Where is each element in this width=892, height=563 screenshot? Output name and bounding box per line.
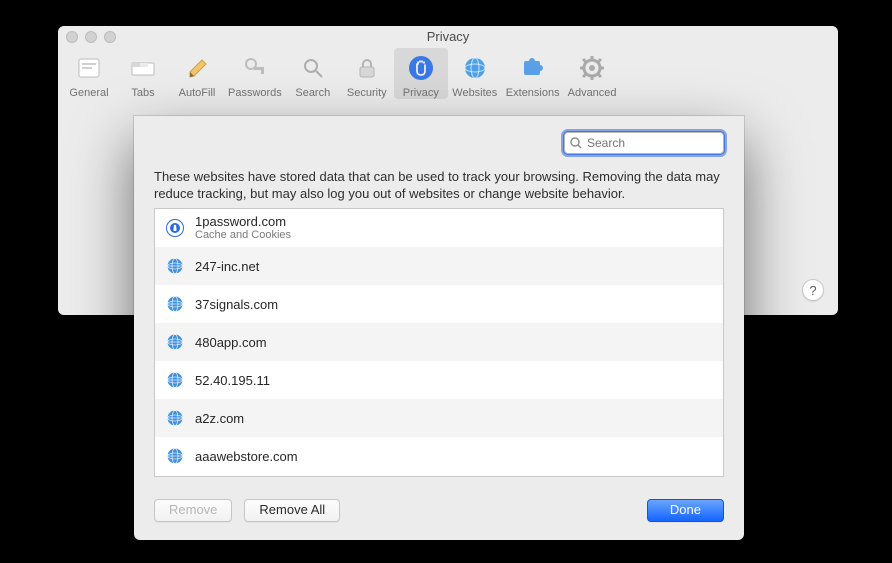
tab-label: Privacy	[403, 87, 439, 99]
puzzle-icon	[517, 52, 549, 84]
button-row: Remove Remove All Done	[154, 499, 724, 522]
list-item[interactable]: 1password.comCache and Cookies	[155, 209, 723, 247]
domain-label: aaawebstore.com	[195, 449, 298, 464]
help-button[interactable]: ?	[802, 279, 824, 301]
globe-icon	[165, 446, 185, 466]
list-item[interactable]: 52.40.195.11	[155, 361, 723, 399]
domain-label: 37signals.com	[195, 297, 278, 312]
globe-icon	[165, 256, 185, 276]
tab-label: AutoFill	[179, 87, 216, 99]
help-label: ?	[809, 283, 816, 298]
globe-icon	[165, 294, 185, 314]
tab-label: Tabs	[131, 87, 154, 99]
tab-extensions[interactable]: Extensions	[502, 48, 564, 99]
description-text: These websites have stored data that can…	[154, 168, 724, 202]
globe-icon	[165, 370, 185, 390]
list-item[interactable]: 37signals.com	[155, 285, 723, 323]
tab-label: General	[69, 87, 108, 99]
tab-label: Extensions	[506, 87, 560, 99]
done-button[interactable]: Done	[647, 499, 724, 522]
lock-icon	[351, 52, 383, 84]
tabs-icon	[127, 52, 159, 84]
website-list[interactable]: 1password.comCache and Cookies 247-inc.n…	[154, 208, 724, 477]
minimize-icon[interactable]	[85, 31, 97, 43]
domain-label: 52.40.195.11	[195, 373, 270, 388]
toolbar: General Tabs AutoFill Passwords Search	[58, 48, 838, 114]
remove-label: Remove	[169, 502, 217, 517]
tab-tabs[interactable]: Tabs	[116, 48, 170, 99]
search-wrap	[564, 132, 724, 154]
zoom-icon[interactable]	[104, 31, 116, 43]
tab-general[interactable]: General	[62, 48, 116, 99]
tab-passwords[interactable]: Passwords	[224, 48, 286, 99]
hand-icon	[405, 52, 437, 84]
tab-websites[interactable]: Websites	[448, 48, 502, 99]
tab-label: Passwords	[228, 87, 282, 99]
list-item[interactable]: a2z.com	[155, 399, 723, 437]
domain-label: 1password.com	[195, 214, 291, 229]
globe-icon	[165, 332, 185, 352]
tab-label: Advanced	[568, 87, 617, 99]
close-icon[interactable]	[66, 31, 78, 43]
remove-all-button[interactable]: Remove All	[244, 499, 340, 522]
tab-advanced[interactable]: Advanced	[564, 48, 621, 99]
website-data-sheet: These websites have stored data that can…	[134, 116, 744, 540]
pencil-icon	[181, 52, 213, 84]
tab-privacy[interactable]: Privacy	[394, 48, 448, 99]
domain-label: 247-inc.net	[195, 259, 259, 274]
titlebar: Privacy	[58, 26, 838, 48]
detail-label: Cache and Cookies	[195, 229, 291, 242]
list-item[interactable]: 247-inc.net	[155, 247, 723, 285]
list-item[interactable]: aaawebstore.com	[155, 437, 723, 475]
site-icon	[165, 218, 185, 238]
switch-icon	[73, 52, 105, 84]
remove-all-label: Remove All	[259, 502, 325, 517]
globe-icon	[459, 52, 491, 84]
remove-button[interactable]: Remove	[154, 499, 232, 522]
done-label: Done	[670, 502, 701, 517]
gear-icon	[576, 52, 608, 84]
tab-search[interactable]: Search	[286, 48, 340, 99]
tab-autofill[interactable]: AutoFill	[170, 48, 224, 99]
tab-label: Search	[295, 87, 330, 99]
tab-security[interactable]: Security	[340, 48, 394, 99]
domain-label: 480app.com	[195, 335, 267, 350]
magnifier-icon	[297, 52, 329, 84]
window-title: Privacy	[427, 29, 470, 44]
key-icon	[239, 52, 271, 84]
search-input[interactable]	[564, 132, 724, 154]
tab-label: Security	[347, 87, 387, 99]
traffic-lights	[66, 31, 116, 43]
tab-label: Websites	[452, 87, 497, 99]
domain-label: a2z.com	[195, 411, 244, 426]
search-icon	[570, 137, 582, 149]
globe-icon	[165, 408, 185, 428]
list-item[interactable]: 480app.com	[155, 323, 723, 361]
